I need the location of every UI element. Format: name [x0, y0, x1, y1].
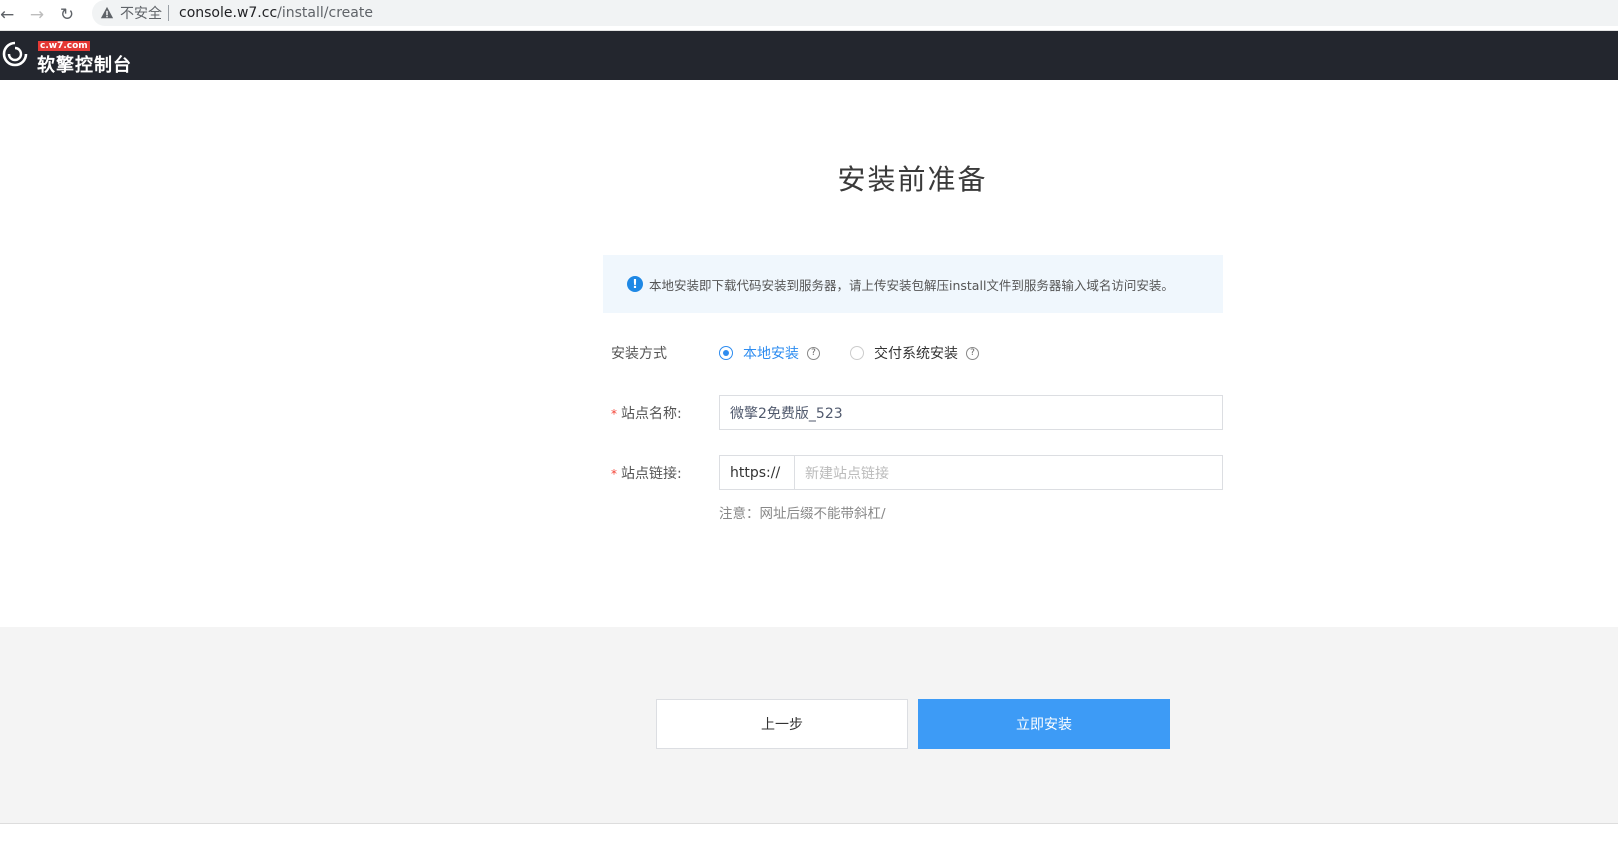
security-status: 不安全 [120, 6, 162, 22]
warning-icon [100, 6, 114, 19]
arrow-right-icon[interactable]: → [22, 2, 52, 28]
install-method-row: 安装方式 本地安装 ? 交付系统安装 ? [603, 340, 1223, 366]
site-name-label: * 站点名称: [611, 405, 682, 422]
logo-icon[interactable] [0, 39, 30, 69]
reload-icon[interactable]: ↻ [52, 2, 82, 28]
page-title: 安装前准备 [837, 163, 988, 196]
site-url-row: * 站点链接: https:// 新建站点链接 [603, 455, 1223, 490]
help-icon[interactable]: ? [966, 346, 979, 360]
url-divider [168, 5, 169, 21]
site-url-input[interactable]: 新建站点链接 [794, 455, 1223, 490]
url-host: console.w7.cc [179, 5, 278, 21]
site-name-row: * 站点名称: 微擎2免费版_523 [603, 395, 1223, 430]
browser-toolbar: ← → ↻ 不安全 console.w7.cc /install/create [0, 0, 1618, 31]
site-url-label: * 站点链接: [611, 465, 682, 482]
info-notice: ! 本地安装即下载代码安装到服务器，请上传安装包解压install文件到服务器输… [603, 255, 1223, 313]
url-protocol-prefix[interactable]: https:// [719, 455, 794, 490]
url-hint: 注意：网址后缀不能带斜杠/ [719, 506, 886, 522]
app-header: c.w7.com 软擎控制台 [0, 31, 1618, 80]
radio-label[interactable]: 本地安装 [743, 343, 799, 363]
radio-button[interactable] [719, 346, 733, 360]
logo-tag: c.w7.com [38, 41, 90, 51]
install-now-button[interactable]: 立即安装 [918, 699, 1170, 749]
arrow-left-icon[interactable]: ← [0, 2, 14, 28]
required-mark: * [611, 466, 617, 481]
radio-delivery-install[interactable]: 交付系统安装 ? [850, 343, 979, 363]
divider [0, 823, 1618, 824]
radio-button[interactable] [850, 346, 864, 360]
radio-label[interactable]: 交付系统安装 [874, 343, 958, 363]
site-name-input[interactable]: 微擎2免费版_523 [719, 395, 1223, 430]
required-mark: * [611, 406, 617, 421]
footer-actions: 上一步 立即安装 [0, 627, 1618, 823]
notice-text: 本地安装即下载代码安装到服务器，请上传安装包解压install文件到服务器输入域… [649, 277, 1174, 293]
help-icon[interactable]: ? [807, 346, 820, 360]
info-icon: ! [627, 276, 643, 292]
url-path: /install/create [277, 5, 373, 21]
install-method-label: 安装方式 [611, 346, 667, 362]
prev-step-button[interactable]: 上一步 [656, 699, 908, 749]
app-name[interactable]: 软擎控制台 [37, 51, 132, 77]
radio-local-install[interactable]: 本地安装 ? [719, 343, 820, 363]
address-bar[interactable]: 不安全 console.w7.cc /install/create [92, 0, 1618, 26]
